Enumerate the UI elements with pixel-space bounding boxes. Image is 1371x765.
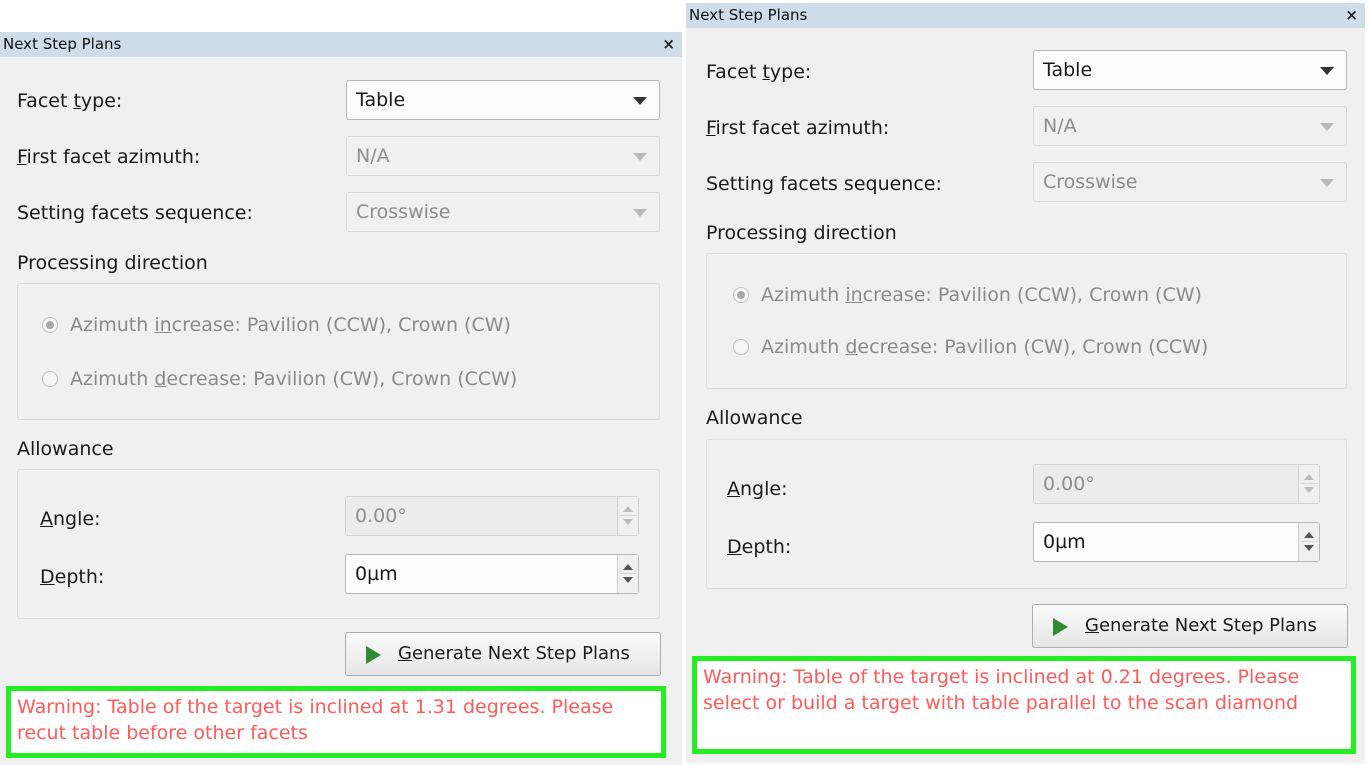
angle-spinbox[interactable]: 0.00°	[345, 496, 639, 536]
generate-next-step-plans-button[interactable]: Generate Next Step Plans	[345, 632, 661, 676]
processing-direction-heading: Processing direction	[17, 252, 208, 274]
allowance-heading: Allowance	[706, 407, 803, 429]
processing-direction-heading: Processing direction	[706, 222, 897, 244]
depth-value: 0µm	[1043, 531, 1086, 553]
generate-button-label: Generate Next Step Plans	[1085, 615, 1317, 636]
depth-stepper[interactable]	[617, 555, 638, 593]
chevron-down-icon	[633, 97, 647, 105]
close-icon[interactable]: ×	[1345, 3, 1358, 28]
depth-label: Depth:	[727, 536, 792, 558]
panel-title: Next Step Plans	[689, 6, 808, 24]
chevron-down-icon	[1320, 67, 1334, 75]
first-facet-azimuth-select[interactable]: N/A	[1033, 106, 1347, 146]
azimuth-decrease-label: Azimuth decrease: Pavilion (CW), Crown (…	[761, 336, 1209, 358]
generate-next-step-plans-button[interactable]: Generate Next Step Plans	[1032, 604, 1348, 648]
setting-facets-sequence-value: Crosswise	[356, 201, 451, 223]
first-facet-azimuth-label: First facet azimuth:	[706, 117, 890, 139]
facet-type-select[interactable]: Table	[1033, 50, 1347, 90]
facet-type-label: Facet type:	[706, 61, 812, 83]
azimuth-increase-label: Azimuth increase: Pavilion (CCW), Crown …	[70, 314, 511, 336]
facet-type-select[interactable]: Table	[346, 80, 660, 120]
facet-type-label: Facet type:	[17, 90, 123, 112]
allowance-group: Angle: 0.00° Depth: 0µm	[17, 469, 660, 619]
allowance-heading: Allowance	[17, 438, 114, 460]
chevron-down-icon	[1320, 123, 1334, 131]
panel-titlebar: Next Step Plans ×	[0, 32, 682, 57]
first-facet-azimuth-label: First facet azimuth:	[17, 146, 201, 168]
angle-value: 0.00°	[355, 505, 407, 527]
setting-facets-sequence-label: Setting facets sequence:	[706, 173, 942, 195]
next-step-plans-panel-right: Next Step Plans × Facet type: Table Firs…	[686, 3, 1365, 763]
facet-type-value: Table	[1043, 59, 1093, 81]
first-facet-azimuth-value: N/A	[1043, 115, 1077, 137]
angle-value: 0.00°	[1043, 473, 1095, 495]
spin-up-icon	[1304, 474, 1314, 480]
first-facet-azimuth-select[interactable]: N/A	[346, 136, 660, 176]
processing-direction-group: Azimuth increase: Pavilion (CCW), Crown …	[17, 283, 660, 420]
processing-direction-group: Azimuth increase: Pavilion (CCW), Crown …	[706, 253, 1347, 389]
spin-up-icon	[1304, 532, 1314, 538]
chevron-down-icon	[1320, 179, 1334, 187]
angle-stepper[interactable]	[617, 497, 638, 535]
angle-stepper[interactable]	[1298, 465, 1319, 503]
angle-label: Angle:	[40, 508, 101, 530]
spin-down-icon	[623, 577, 633, 583]
setting-facets-sequence-label: Setting facets sequence:	[17, 202, 253, 224]
panel-title: Next Step Plans	[3, 35, 122, 53]
setting-facets-sequence-value: Crosswise	[1043, 171, 1138, 193]
warning-message: Warning: Table of the target is inclined…	[692, 656, 1356, 754]
spin-up-icon	[623, 506, 633, 512]
first-facet-azimuth-value: N/A	[356, 145, 390, 167]
generate-button-label: Generate Next Step Plans	[398, 643, 630, 664]
facet-type-value: Table	[356, 89, 406, 111]
spin-up-icon	[623, 564, 633, 570]
angle-spinbox[interactable]: 0.00°	[1033, 464, 1320, 504]
warning-message: Warning: Table of the target is inclined…	[6, 686, 666, 758]
depth-spinbox[interactable]: 0µm	[1033, 522, 1320, 562]
setting-facets-sequence-select[interactable]: Crosswise	[346, 192, 660, 232]
chevron-down-icon	[633, 209, 647, 217]
radio-unchecked-icon	[42, 371, 58, 387]
radio-unchecked-icon	[733, 339, 749, 355]
depth-label: Depth:	[40, 566, 105, 588]
depth-spinbox[interactable]: 0µm	[345, 554, 639, 594]
depth-stepper[interactable]	[1298, 523, 1319, 561]
close-icon[interactable]: ×	[662, 32, 675, 57]
next-step-plans-panel-left: Next Step Plans × Facet type: Table Firs…	[0, 32, 682, 765]
azimuth-decrease-label: Azimuth decrease: Pavilion (CW), Crown (…	[70, 368, 518, 390]
spin-down-icon	[1304, 545, 1314, 551]
allowance-group: Angle: 0.00° Depth: 0µm	[706, 439, 1347, 589]
play-icon	[366, 646, 381, 664]
spin-down-icon	[1304, 487, 1314, 493]
play-icon	[1053, 618, 1068, 636]
setting-facets-sequence-select[interactable]: Crosswise	[1033, 162, 1347, 202]
spin-down-icon	[623, 519, 633, 525]
radio-checked-icon	[733, 287, 749, 303]
depth-value: 0µm	[355, 563, 398, 585]
azimuth-increase-label: Azimuth increase: Pavilion (CCW), Crown …	[761, 284, 1202, 306]
panel-titlebar: Next Step Plans ×	[686, 3, 1365, 28]
radio-checked-icon	[42, 317, 58, 333]
chevron-down-icon	[633, 153, 647, 161]
angle-label: Angle:	[727, 478, 788, 500]
